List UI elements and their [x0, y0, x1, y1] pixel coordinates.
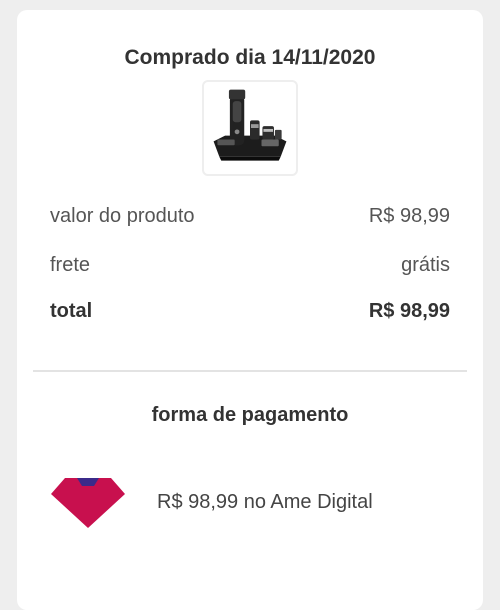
payment-method-row: R$ 98,99 no Ame Digital: [49, 472, 373, 532]
product-thumbnail[interactable]: [202, 80, 298, 176]
summary-value: R$ 98,99: [368, 205, 450, 227]
summary-label: valor do produto: [50, 205, 195, 227]
summary-row-shipping: frete grátis: [50, 254, 450, 277]
summary-label: frete: [50, 254, 91, 276]
summary-value: R$ 98,99: [368, 300, 450, 322]
purchase-date-title: Comprado dia 14/11/2020: [124, 46, 376, 69]
summary-row-total: total R$ 98,99: [50, 300, 450, 323]
payment-method-text: R$ 98,99 no Ame Digital: [157, 490, 373, 513]
payment-section-title: forma de pagamento: [151, 404, 349, 426]
section-divider: [33, 370, 467, 372]
ame-digital-logo-icon: [51, 478, 125, 528]
order-summary-card: Comprado dia 14/11/2020 valor do produto…: [17, 10, 483, 610]
hair-trimmer-kit-image: [213, 89, 287, 161]
summary-label: total: [50, 300, 93, 322]
summary-row-product-value: valor do produto R$ 98,99: [50, 205, 450, 228]
summary-value: grátis: [401, 254, 450, 276]
